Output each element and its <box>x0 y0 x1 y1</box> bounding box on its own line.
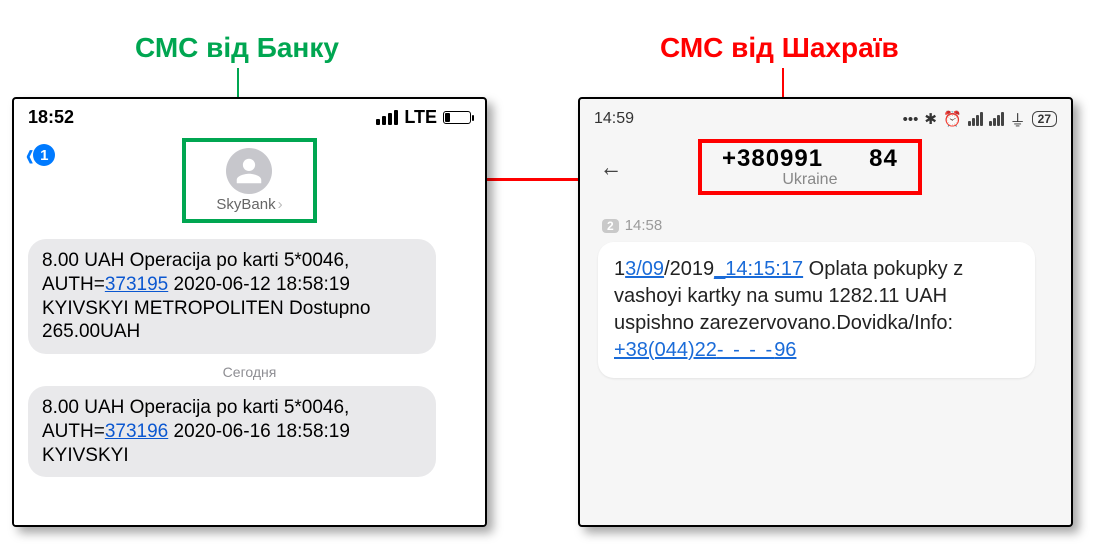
bluetooth-icon: ✱ <box>924 110 937 128</box>
signal-icon <box>968 112 983 126</box>
back-button[interactable]: ‹ 1 <box>24 144 55 166</box>
chevron-left-icon: ‹ <box>26 145 34 165</box>
sender-name-text: SkyBank <box>216 196 275 213</box>
message-thread[interactable]: 2 14:58 13/09/2019_14:15:17 Oplata pokup… <box>580 201 1071 388</box>
battery-icon: 27 <box>1032 111 1057 127</box>
phone-screenshot-fraud: 14:59 ••• ✱ ⏰ ⏚ 27 ← +38099184 Ukraine 2… <box>578 97 1073 527</box>
chevron-right-icon: › <box>278 196 283 213</box>
auth-link[interactable]: 373195 <box>105 274 168 295</box>
label-bank-sms: СМС від Банку <box>135 32 339 64</box>
message-count-badge: 2 <box>602 219 619 233</box>
message-timestamp: 2 14:58 <box>602 217 1053 234</box>
sender-country: Ukraine <box>722 171 898 189</box>
sender-highlight-bank: SkyBank › <box>182 138 316 223</box>
more-icon: ••• <box>903 111 919 128</box>
unread-badge: 1 <box>33 144 55 166</box>
message-thread[interactable]: 8.00 UAH Operacija po karti 5*0046, AUTH… <box>14 233 485 527</box>
auth-link[interactable]: 373196 <box>105 421 168 442</box>
status-bar: 18:52 LTE <box>14 99 485 132</box>
network-label: LTE <box>404 107 437 128</box>
time-link[interactable]: _14:15:17 <box>714 258 803 280</box>
nav-bar: ‹ 1 SkyBank › <box>14 132 485 233</box>
sender-highlight-fraud: +38099184 Ukraine <box>698 139 922 195</box>
date-link[interactable]: 3/09 <box>625 258 664 280</box>
status-time: 14:59 <box>594 110 634 128</box>
status-time: 18:52 <box>28 107 74 128</box>
sms-text: /2019 <box>664 258 714 280</box>
wifi-icon: ⏚ <box>1010 107 1026 131</box>
signal-icon <box>376 110 398 125</box>
battery-icon <box>443 111 471 124</box>
sms-bubble: 8.00 UAH Operacija po karti 5*0046, AUTH… <box>28 386 436 477</box>
sms-text: 1 <box>614 258 625 280</box>
sms-bubble: 13/09/2019_14:15:17 Oplata pokupky z vas… <box>598 242 1035 378</box>
back-button[interactable]: ← <box>600 151 646 183</box>
day-separator: Сегодня <box>28 364 471 380</box>
phone-screenshot-bank: 18:52 LTE ‹ 1 SkyBank › 8.00 UAH Operaci… <box>12 97 487 527</box>
sender-name[interactable]: SkyBank › <box>216 196 282 213</box>
phone-link[interactable]: +38(044)22- - - -96 <box>614 339 796 361</box>
label-fraud-sms: СМС від Шахраїв <box>660 32 899 64</box>
avatar-icon <box>226 148 272 194</box>
timestamp-text: 14:58 <box>625 217 663 234</box>
nav-bar: ← +38099184 Ukraine <box>580 135 1071 201</box>
sms-bubble: 8.00 UAH Operacija po karti 5*0046, AUTH… <box>28 239 436 354</box>
alarm-icon: ⏰ <box>943 110 962 128</box>
sender-phone-number: +38099184 <box>722 145 898 173</box>
signal-icon <box>989 112 1004 126</box>
status-bar: 14:59 ••• ✱ ⏰ ⏚ 27 <box>580 99 1071 135</box>
